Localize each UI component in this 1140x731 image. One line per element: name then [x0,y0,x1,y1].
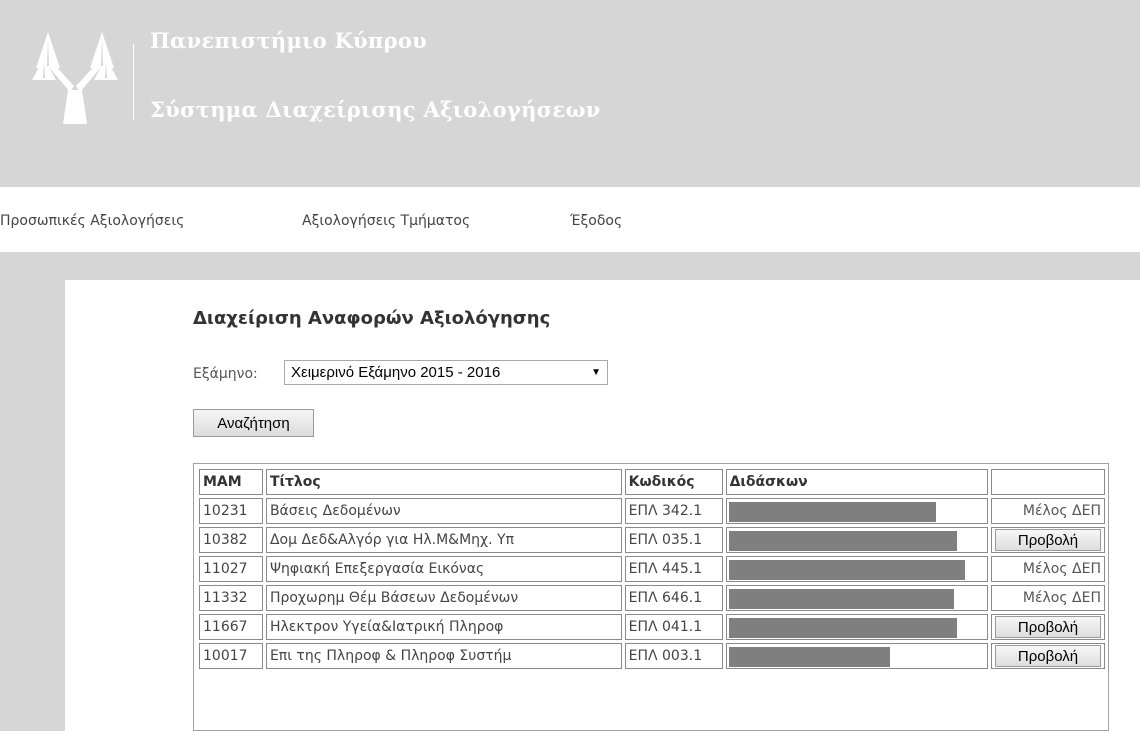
cell-code: ΕΠΛ 445.1 [624,556,723,582]
cell-title: Ηλεκτρον Υγεία&Ιατρική Πληροφ [265,614,622,640]
nav-department-evaluations[interactable]: Αξιολογήσεις Τμήματος [302,213,470,229]
logo-divider [133,44,134,120]
dropdown-arrow-icon: ▼ [591,367,601,378]
column-header-code: Κωδικός [624,469,723,495]
column-header-action [990,469,1105,495]
redacted-instructor-bar [728,589,954,609]
table-row: 11332 Προχωρημ Θέμ Βάσεων Δεδομένων ΕΠΛ 64… [199,585,1105,611]
semester-select[interactable]: Χειμερινό Εξάμηνο 2015 - 2016 ▼ [284,360,608,385]
system-name: Σύστημα Διαχείρισης Αξιολογήσεων [150,97,601,122]
cell-mam: 10017 [199,643,263,669]
view-button[interactable]: Προβολή [995,529,1101,551]
redacted-instructor-bar [728,531,957,551]
faculty-member-label: Μέλος ΔΕΠ [1022,561,1101,577]
cell-action: Προβολή [990,614,1105,640]
cell-title: Βάσεις Δεδομένων [265,498,622,524]
view-button[interactable]: Προβολή [995,645,1101,667]
cell-instructor [725,585,988,611]
semester-label: Εξάμηνο: [193,366,258,382]
nav-personal-evaluations[interactable]: Προσωπικές Αξιολογήσεις [0,213,184,229]
cell-action: Μέλος ΔΕΠ [990,498,1105,524]
cell-code: ΕΠΛ 035.1 [624,527,723,553]
column-header-mam: ΜΑΜ [199,469,263,495]
cell-code: ΕΠΛ 646.1 [624,585,723,611]
cell-instructor [725,643,988,669]
cell-action: Προβολή [990,643,1105,669]
faculty-member-label: Μέλος ΔΕΠ [1022,590,1101,606]
cell-action: Προβολή [990,527,1105,553]
cell-instructor [725,614,988,640]
cell-mam: 11027 [199,556,263,582]
cell-title: Ψηφιακή Επεξεργασία Εικόνας [265,556,622,582]
cell-instructor [725,498,988,524]
evaluations-table: ΜΑΜ Τίτλος Κωδικός Διδάσκων 10231 Βάσεις … [196,466,1108,672]
site-header: Πανεπιστήμιο Κύπρου Σύστημα Διαχείρισης … [0,0,1140,187]
cell-code: ΕΠΛ 003.1 [624,643,723,669]
table-row: 10231 Βάσεις Δεδομένων ΕΠΛ 342.1 Μέλος ΔΕΠ [199,498,1105,524]
main-nav: Προσωπικές Αξιολογήσεις Αξιολογήσεις Τμή… [0,187,1140,252]
cell-title: Δομ Δεδ&Αλγόρ για Ηλ.Μ&Μηχ. Υπ [265,527,622,553]
cell-instructor [725,527,988,553]
cell-action: Μέλος ΔΕΠ [990,585,1105,611]
redacted-instructor-bar [728,618,957,638]
university-name: Πανεπιστήμιο Κύπρου [150,28,428,53]
faculty-member-label: Μέλος ΔΕΠ [1022,503,1101,519]
table-header-row: ΜΑΜ Τίτλος Κωδικός Διδάσκων [199,469,1105,495]
cell-mam: 11667 [199,614,263,640]
cell-action: Μέλος ΔΕΠ [990,556,1105,582]
cell-title: Προχωρημ Θέμ Βάσεων Δεδομένων [265,585,622,611]
redacted-instructor-bar [728,502,936,522]
cell-code: ΕΠΛ 041.1 [624,614,723,640]
cell-title: Επι της Πληροφ & Πληροφ Συστήμ [265,643,622,669]
table-row: 10017 Επι της Πληροφ & Πληροφ Συστήμ ΕΠΛ 0… [199,643,1105,669]
cell-mam: 10231 [199,498,263,524]
table-row: 11027 Ψηφιακή Επεξεργασία Εικόνας ΕΠΛ 445.… [199,556,1105,582]
semester-selected-value: Χειμερινό Εξάμηνο 2015 - 2016 [291,364,501,381]
evaluations-table-container: ΜΑΜ Τίτλος Κωδικός Διδάσκων 10231 Βάσεις … [193,463,1109,731]
search-button[interactable]: Αναζήτηση [193,409,314,437]
cell-code: ΕΠΛ 342.1 [624,498,723,524]
column-header-title: Τίτλος [265,469,622,495]
table-row: 11667 Ηλεκτρον Υγεία&Ιατρική Πληροφ ΕΠΛ 04… [199,614,1105,640]
cell-instructor [725,556,988,582]
cell-mam: 11332 [199,585,263,611]
page-title: Διαχείριση Αναφορών Αξιολόγησης [193,308,551,329]
nav-logout[interactable]: Έξοδος [570,213,622,229]
redacted-instructor-bar [728,647,890,667]
table-row: 10382 Δομ Δεδ&Αλγόρ για Ηλ.Μ&Μηχ. Υπ ΕΠΛ 0… [199,527,1105,553]
view-button[interactable]: Προβολή [995,616,1101,638]
university-logo-icon [32,32,118,124]
column-header-instructor: Διδάσκων [725,469,988,495]
cell-mam: 10382 [199,527,263,553]
redacted-instructor-bar [728,560,965,580]
